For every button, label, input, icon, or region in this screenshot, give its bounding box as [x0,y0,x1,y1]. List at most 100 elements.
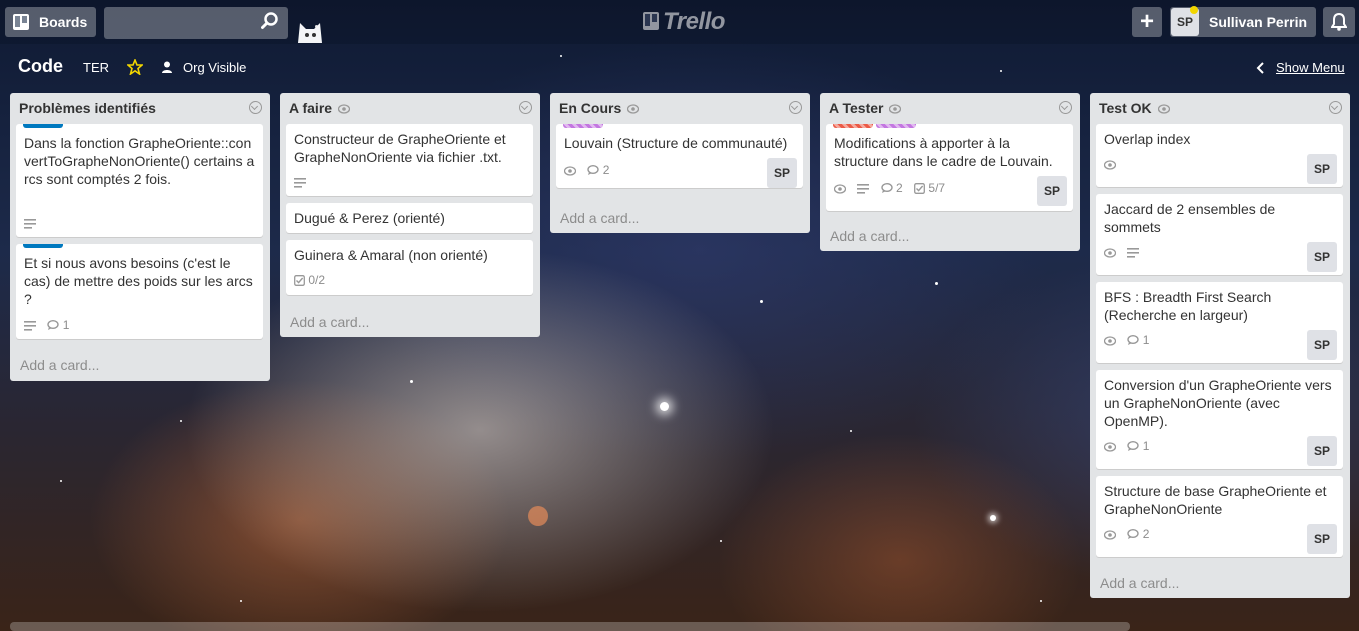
list-title[interactable]: En Cours [559,100,640,116]
card-label-purple [563,124,603,128]
member-name: Sullivan Perrin [1209,14,1308,30]
card-label-blue [23,124,63,128]
card-member-avatar[interactable]: SP [1307,524,1337,554]
card-badges: 0/2 [294,270,333,288]
comment-count: 2 [602,163,610,178]
boards-icon [13,14,29,30]
trello-logo[interactable]: Trello [643,8,725,36]
card-badges [1103,242,1147,258]
list-title[interactable]: A Tester [829,100,902,116]
trello-logo-icon [643,12,659,30]
eye-icon [1157,104,1170,114]
card-label-blue [23,244,63,248]
comment-count: 1 [62,318,70,333]
card-title: BFS : Breadth First Search (Recherche en… [1104,289,1272,323]
card-member-avatar[interactable]: SP [1307,242,1337,272]
checklist-icon [914,182,926,194]
list-card[interactable]: Overlap index SP [1096,124,1343,187]
card-badges: 1 [1103,330,1157,348]
add-card-link[interactable]: Add a card... [830,228,909,244]
taco-mascot-icon[interactable] [296,19,324,43]
list-menu-icon[interactable] [249,101,262,114]
list-menu-icon[interactable] [789,101,802,114]
list-title[interactable]: A faire [289,100,351,116]
description-icon [24,214,36,232]
list-menu-icon[interactable] [519,101,532,114]
list-card[interactable]: Guinera & Amaral (non orienté) 0/2 [286,240,533,295]
card-label-red [833,124,873,128]
comment-count: 2 [896,181,903,196]
card-badges: 1 [1103,436,1157,454]
description-icon [294,173,306,191]
list-card[interactable]: Louvain (Structure de communauté) 2 SP [556,124,803,188]
chevron-left-icon [1256,62,1264,74]
comment-badge: 1 [47,315,69,334]
list-card[interactable]: Conversion d'un GrapheOriente vers un Gr… [1096,370,1343,469]
comment-icon [880,182,893,193]
horizontal-scrollbar[interactable] [10,622,1130,631]
card-member-avatar[interactable]: SP [1307,154,1337,184]
list-card[interactable]: Et si nous avons besoins (c'est le cas) … [16,244,263,339]
card-title: Structure de base GrapheOriente et Graph… [1104,483,1327,517]
boards-button[interactable]: Boards [5,7,96,37]
comment-icon [1127,334,1140,345]
card-title: Jaccard de 2 ensembles de sommets [1104,201,1276,235]
comment-badge: 2 [587,160,609,179]
card-title: Guinera & Amaral (non orienté) [294,247,488,263]
card-label-purple [876,124,916,128]
card-title: Louvain (Structure de communauté) [564,135,788,151]
watch-icon [1103,525,1117,543]
comment-count: 2 [1142,527,1150,542]
list-title-text: Test OK [1099,100,1152,116]
card-badges: 2 [1103,524,1157,542]
eye-icon [889,104,902,114]
board-title[interactable]: Code [18,56,63,77]
list-card[interactable]: Constructeur de GrapheOriente et GrapheN… [286,124,533,196]
list-card[interactable]: Modifications à apporter à la structure … [826,124,1073,211]
board-org[interactable]: TER [83,60,109,75]
card-title: Overlap index [1104,131,1191,147]
list-card[interactable]: Dans la fonction GrapheOriente::convertT… [16,124,263,237]
trello-logo-text: Trello [663,8,725,35]
comment-count: 1 [1142,333,1150,348]
comment-icon [47,319,60,330]
card-member-avatar[interactable]: SP [1037,176,1067,206]
list-menu-icon[interactable] [1329,101,1342,114]
bell-icon [1331,13,1347,31]
member-menu-button[interactable]: SP Sullivan Perrin [1170,6,1316,37]
list-title[interactable]: Test OK [1099,100,1170,116]
list-problemes-identifies: Problèmes identifiés Dans la fonction Gr… [10,93,270,381]
card-member-avatar[interactable]: SP [1307,330,1337,360]
add-card-link[interactable]: Add a card... [560,210,639,226]
watch-icon [563,161,577,179]
list-card[interactable]: BFS : Breadth First Search (Recherche en… [1096,282,1343,363]
boards-label: Boards [39,14,88,30]
card-badges [24,213,44,229]
notifications-button[interactable] [1323,7,1355,37]
list-title[interactable]: Problèmes identifiés [19,100,156,116]
card-badges: 2 [563,160,617,177]
watch-icon [1103,437,1117,455]
comment-count: 1 [1142,439,1150,454]
card-title: Dugué & Perez (orienté) [294,210,445,226]
add-card-link[interactable]: Add a card... [290,314,369,330]
add-card-link[interactable]: Add a card... [1100,575,1179,591]
card-title: Constructeur de GrapheOriente et GrapheN… [294,131,506,165]
list-card[interactable]: Structure de base GrapheOriente et Graph… [1096,476,1343,557]
card-member-avatar[interactable]: SP [767,158,797,188]
card-member-avatar[interactable]: SP [1307,436,1337,466]
watch-icon [1103,155,1117,173]
search-icon[interactable] [261,12,279,30]
list-a-tester: A Tester Modifications à apporter à la s… [820,93,1080,251]
list-test-ok: Test OK Overlap index SP Jaccard de 2 en… [1090,93,1350,598]
comment-icon [1127,528,1140,539]
list-menu-icon[interactable] [1059,101,1072,114]
list-en-cours: En Cours Louvain (Structure de communaut… [550,93,810,233]
add-button[interactable]: + [1132,7,1162,37]
list-card[interactable]: Jaccard de 2 ensembles de sommets SP [1096,194,1343,275]
add-card-link[interactable]: Add a card... [20,357,99,373]
list-a-faire: A faire Constructeur de GrapheOriente et… [280,93,540,337]
list-card[interactable]: Dugué & Perez (orienté) [286,203,533,233]
checklist-count: 0/2 [308,273,326,288]
star-icon[interactable] [127,59,143,75]
